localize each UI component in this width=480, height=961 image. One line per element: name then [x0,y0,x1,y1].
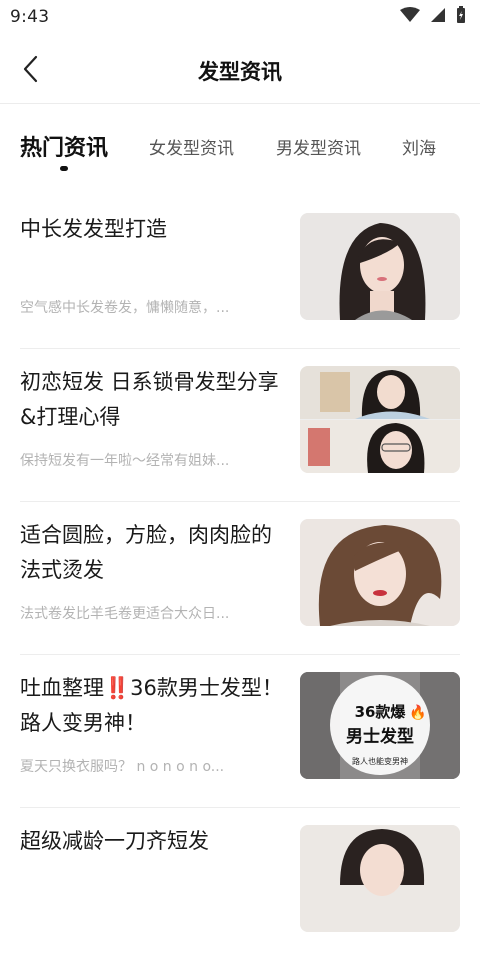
article-title: 中长发发型打造 [20,217,167,241]
article-thumbnail [300,825,460,932]
article-thumbnail [300,366,460,473]
status-bar: 9:43 [0,0,480,34]
tab-hot-news[interactable]: 热门资讯 [20,130,108,162]
status-icons [400,6,466,28]
app-header: 发型资讯 [0,34,480,104]
wifi-icon [400,7,420,27]
list-item[interactable]: 初恋短发 日系锁骨发型分享&打理心得 保持短发有一年啦～经常有姐妹... [20,349,460,502]
article-title: 超级减龄一刀齐短发 [20,829,209,853]
article-desc: 法式卷发比羊毛卷更适合大众日... [20,606,230,622]
list-item[interactable]: 适合圆脸，方脸，肉肉脸的法式烫发 法式卷发比羊毛卷更适合大众日... [20,502,460,655]
status-time: 9:43 [10,7,50,27]
fire-icon: 🔥 [409,704,426,721]
page-title: 发型资讯 [198,60,282,84]
list-item[interactable]: 中长发发型打造 空气感中长发卷发，慵懒随意，... [20,196,460,349]
article-list: 中长发发型打造 空气感中长发卷发，慵懒随意，... 初恋短发 日系锁骨发型分享&… [0,196,480,961]
article-title: 吐血整理‼️36款男士发型！路人变男神！ [20,676,283,735]
article-desc: 保持短发有一年啦～经常有姐妹... [20,453,230,469]
article-thumbnail [300,213,460,320]
thumb-caption: 路人也能变男神 [352,756,408,766]
battery-charging-icon [456,6,466,28]
article-desc: 空气感中长发卷发，慵懒随意，... [20,300,230,316]
signal-icon [430,7,446,27]
list-item[interactable]: 吐血整理‼️36款男士发型！路人变男神！ 夏天只换衣服吗？ n o n o n … [20,655,460,808]
article-thumbnail: 36款爆 🔥 男士发型 路人也能变男神 [300,672,460,779]
list-item[interactable]: 超级减龄一刀齐短发 [20,808,460,961]
thumb-text-36: 36款爆 [355,703,407,721]
article-thumbnail [300,519,460,626]
article-desc: 夏天只换衣服吗？ n o n o n o... [20,759,225,775]
tab-active-indicator [60,166,68,171]
tab-bangs[interactable]: 刘海 [402,134,436,159]
article-title: 适合圆脸，方脸，肉肉脸的法式烫发 [20,523,272,582]
category-tabs: 热门资讯 女发型资讯 男发型资讯 刘海 [0,120,480,190]
tab-men-hairstyle[interactable]: 男发型资讯 [276,134,361,159]
article-title: 初恋短发 日系锁骨发型分享&打理心得 [20,370,279,429]
thumb-text-men: 男士发型 [346,726,414,747]
tab-women-hairstyle[interactable]: 女发型资讯 [149,134,234,159]
